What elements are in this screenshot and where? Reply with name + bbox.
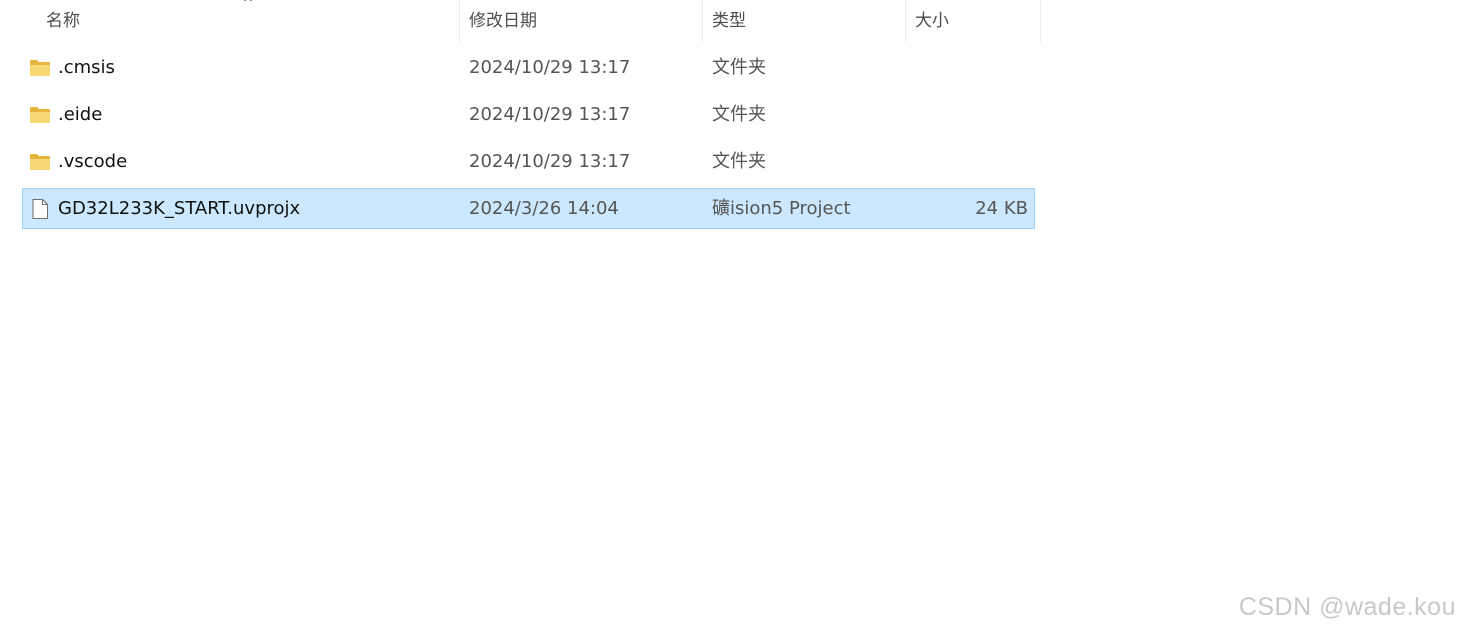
column-header-type-label: 类型 xyxy=(712,11,746,31)
sort-ascending-caret-icon: ^ xyxy=(242,0,254,11)
watermark: CSDN @wade.kou xyxy=(1238,593,1456,621)
file-name: .vscode xyxy=(58,151,128,172)
file-row-vscode[interactable]: .vscode 2024/10/29 13:17 文件夹 xyxy=(22,141,1035,182)
column-header-type[interactable]: 类型 xyxy=(703,0,906,42)
column-header-bar: 名称 ^ 修改日期 类型 大小 xyxy=(0,0,1041,42)
file-row-eide[interactable]: .eide 2024/10/29 13:17 文件夹 xyxy=(22,94,1035,135)
file-type: 文件夹 xyxy=(712,57,766,78)
file-date: 2024/10/29 13:17 xyxy=(469,151,631,172)
file-row-cmsis[interactable]: .cmsis 2024/10/29 13:17 文件夹 xyxy=(22,47,1035,88)
column-header-date[interactable]: 修改日期 xyxy=(460,0,703,42)
file-name: GD32L233K_START.uvprojx xyxy=(58,198,301,219)
folder-icon xyxy=(29,105,51,125)
folder-icon xyxy=(29,58,51,78)
file-type: 礦ision5 Project xyxy=(712,198,851,219)
file-name: .cmsis xyxy=(58,57,115,78)
column-header-name[interactable]: 名称 xyxy=(0,0,460,42)
file-type: 文件夹 xyxy=(712,151,766,172)
column-header-name-label: 名称 xyxy=(46,11,80,31)
file-explorer: 名称 ^ 修改日期 类型 大小 .cmsis 2024/10/29 13:17 … xyxy=(0,0,1461,631)
file-date: 2024/10/29 13:17 xyxy=(469,57,631,78)
file-type: 文件夹 xyxy=(712,104,766,125)
file-row-uvprojx[interactable]: GD32L233K_START.uvprojx 2024/3/26 14:04 … xyxy=(22,188,1035,229)
file-icon xyxy=(29,199,51,219)
file-date: 2024/10/29 13:17 xyxy=(469,104,631,125)
file-size: 24 KB xyxy=(975,198,1028,219)
file-name: .eide xyxy=(58,104,103,125)
file-date: 2024/3/26 14:04 xyxy=(469,198,619,219)
folder-icon xyxy=(29,152,51,172)
column-header-size-label: 大小 xyxy=(915,11,949,31)
file-list: .cmsis 2024/10/29 13:17 文件夹 .eide 2024/1… xyxy=(22,47,1035,235)
column-header-date-label: 修改日期 xyxy=(469,11,537,31)
column-header-size[interactable]: 大小 xyxy=(906,0,1041,42)
